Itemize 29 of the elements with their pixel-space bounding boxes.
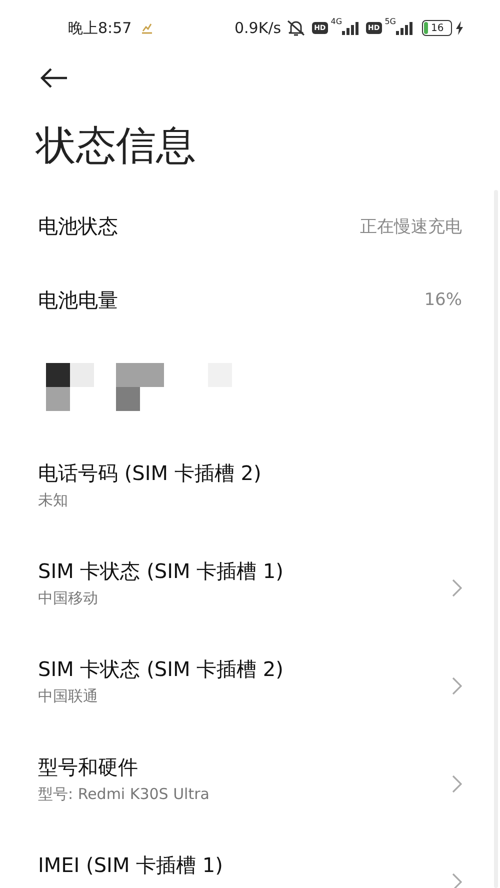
item-subtitle: 中国移动 bbox=[38, 589, 99, 608]
setting-label: 电池状态 bbox=[38, 214, 118, 238]
network-type: 5G bbox=[384, 17, 396, 26]
item-title: 型号和硬件 bbox=[38, 755, 139, 779]
item-subtitle: 未知 bbox=[38, 491, 69, 510]
back-arrow-icon[interactable] bbox=[40, 68, 68, 88]
settings-item[interactable]: SIM 卡状态 (SIM 卡插槽 2) 中国联通 bbox=[38, 633, 462, 731]
item-title: 电话号码 (SIM 卡插槽 2) bbox=[38, 461, 262, 485]
item-title: SIM 卡状态 (SIM 卡插槽 1) bbox=[38, 559, 284, 583]
settings-item[interactable]: 电话号码 (SIM 卡插槽 2) 未知 bbox=[38, 437, 462, 535]
setting-label: 电池电量 bbox=[38, 288, 118, 312]
settings-item[interactable]: IMEI (SIM 卡插槽 1) bbox=[38, 829, 462, 888]
setting-value: 16% bbox=[424, 290, 462, 310]
network-type: 4G bbox=[330, 17, 342, 26]
muted-bell-icon bbox=[286, 19, 306, 37]
item-title: IMEI (SIM 卡插槽 1) bbox=[38, 853, 223, 877]
battery-percent: 16 bbox=[431, 22, 444, 34]
item-subtitle: 型号: Redmi K30S Ultra bbox=[38, 785, 210, 804]
item-title: SIM 卡状态 (SIM 卡插槽 2) bbox=[38, 657, 284, 681]
settings-item[interactable]: SIM 卡状态 (SIM 卡插槽 1) 中国移动 bbox=[38, 535, 462, 633]
network-speed: 0.9K/s bbox=[234, 19, 282, 37]
signal-icon bbox=[342, 21, 360, 35]
item-subtitle: 中国联通 bbox=[38, 687, 99, 706]
signal-icon bbox=[396, 21, 414, 35]
setting-value: 正在慢速充电 bbox=[360, 216, 462, 238]
chart-icon bbox=[140, 22, 153, 34]
settings-item[interactable]: 型号和硬件 型号: Redmi K30S Ultra bbox=[38, 731, 462, 829]
page-title: 状态信息 bbox=[36, 122, 197, 171]
status-time: 晚上8:57 bbox=[68, 18, 132, 38]
